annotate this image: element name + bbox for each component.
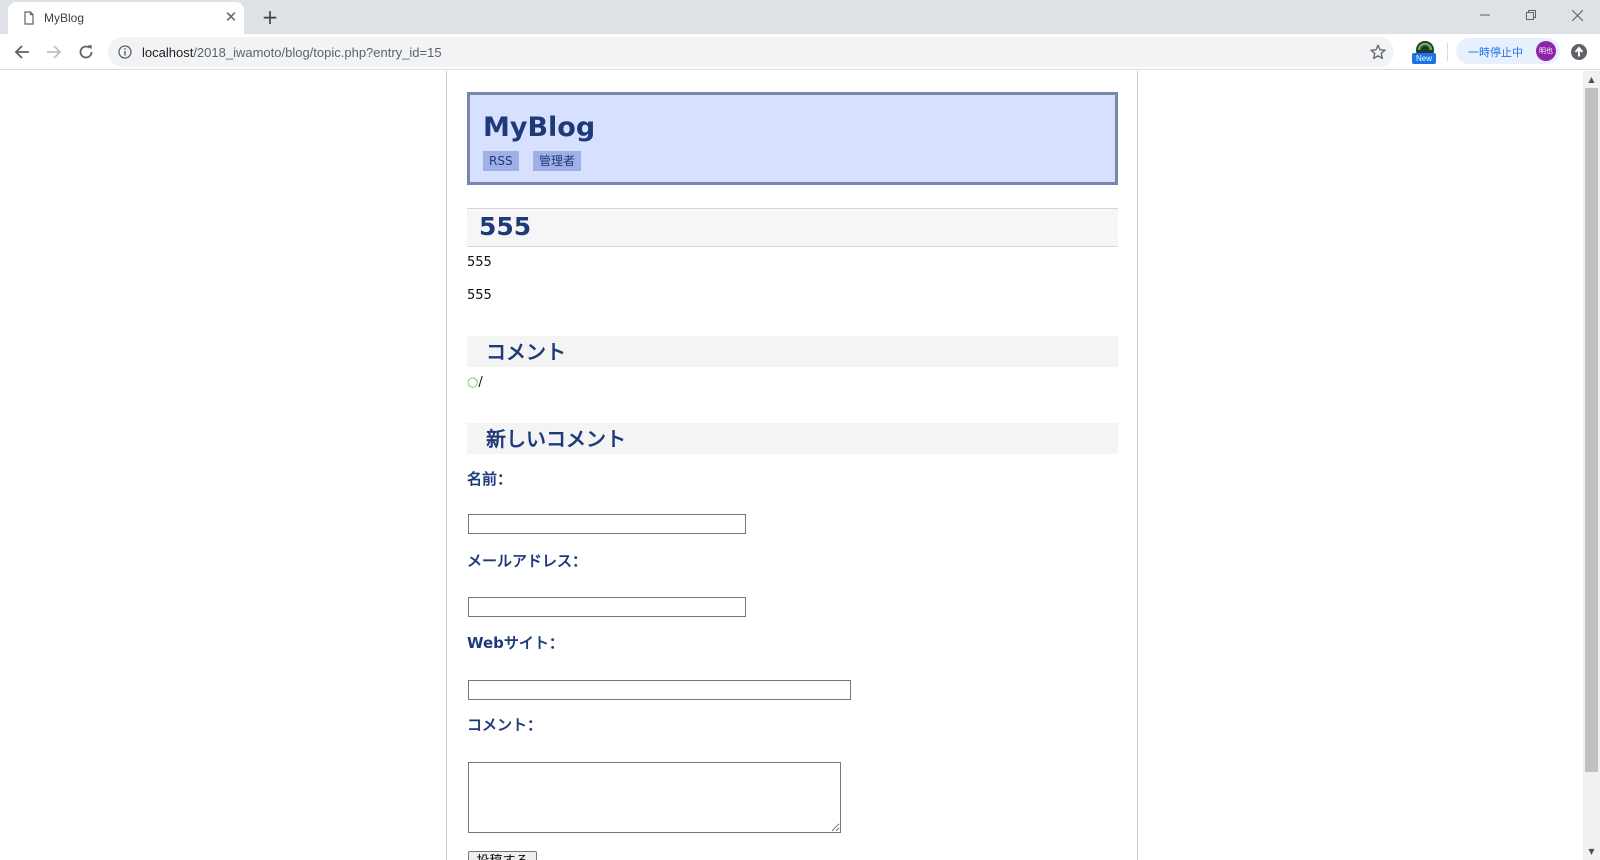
arrow-left-icon[interactable]: [8, 38, 36, 66]
bullet-icon: ○: [467, 375, 479, 390]
reload-icon[interactable]: [72, 38, 100, 66]
admin-link[interactable]: 管理者: [533, 151, 582, 171]
name-label: 名前：: [467, 470, 513, 488]
pause-label: 一時停止中: [1468, 46, 1523, 59]
email-field[interactable]: [468, 597, 746, 617]
scroll-up-icon[interactable]: ▲: [1583, 71, 1600, 88]
comment-text: /: [478, 375, 483, 390]
arrow-up-circle-icon[interactable]: [1570, 43, 1588, 61]
url-path: /2018_iwamoto/blog/topic.php?entry_id=15: [193, 45, 442, 60]
window-close-icon[interactable]: [1554, 0, 1600, 30]
site-header: MyBlog RSS 管理者: [467, 92, 1118, 185]
scroll-down-icon[interactable]: ▼: [1583, 843, 1600, 860]
comment-item: ○/: [467, 375, 483, 390]
vertical-scrollbar[interactable]: ▲ ▼: [1583, 71, 1600, 860]
submit-button[interactable]: 投稿する: [468, 851, 537, 860]
close-icon[interactable]: ✕: [222, 8, 240, 26]
new-comment-heading: 新しいコメント: [486, 427, 626, 451]
tab-title: MyBlog: [44, 11, 85, 25]
comment-textarea[interactable]: [468, 762, 841, 833]
entry-body-line: 555: [467, 255, 492, 270]
name-field[interactable]: [468, 514, 746, 534]
entry-title: 555: [479, 212, 532, 241]
comments-heading: コメント: [486, 340, 566, 364]
minimize-icon[interactable]: [1462, 0, 1508, 30]
site-title[interactable]: MyBlog: [483, 112, 595, 143]
rss-link[interactable]: RSS: [483, 151, 519, 171]
toolbar-divider: [1447, 43, 1448, 61]
entry-body-line: 555: [467, 288, 492, 303]
browser-toolbar: localhost/2018_iwamoto/blog/topic.php?en…: [0, 34, 1600, 70]
entry-title-bar: 555: [467, 208, 1118, 247]
restore-icon[interactable]: [1508, 0, 1554, 30]
website-field[interactable]: [468, 680, 851, 700]
scrollbar-thumb[interactable]: [1585, 88, 1598, 772]
browser-tab[interactable]: MyBlog ✕: [8, 2, 244, 34]
comment-label: コメント：: [467, 716, 543, 734]
plus-icon[interactable]: +: [258, 5, 282, 29]
browser-tab-strip: MyBlog ✕ +: [0, 0, 1600, 34]
profile-sync-paused-button[interactable]: 一時停止中 明也: [1456, 38, 1560, 64]
arrow-right-icon[interactable]: [40, 38, 68, 66]
extension-badge: New: [1412, 53, 1436, 64]
url-text: localhost/2018_iwamoto/blog/topic.php?en…: [142, 45, 442, 60]
star-icon[interactable]: [1370, 44, 1386, 60]
avatar: 明也: [1536, 41, 1556, 61]
page-container: MyBlog RSS 管理者 555 555 555 コメント ○/ 新しいコメ…: [446, 71, 1138, 860]
comments-heading-bar: コメント: [467, 336, 1118, 367]
email-label: メールアドレス：: [467, 552, 588, 570]
address-bar[interactable]: localhost/2018_iwamoto/blog/topic.php?en…: [108, 37, 1394, 67]
info-icon[interactable]: [118, 45, 132, 59]
website-label: Webサイト：: [467, 634, 564, 652]
url-host: localhost: [142, 45, 194, 60]
new-comment-heading-bar: 新しいコメント: [467, 423, 1118, 454]
page-icon: [24, 11, 34, 25]
